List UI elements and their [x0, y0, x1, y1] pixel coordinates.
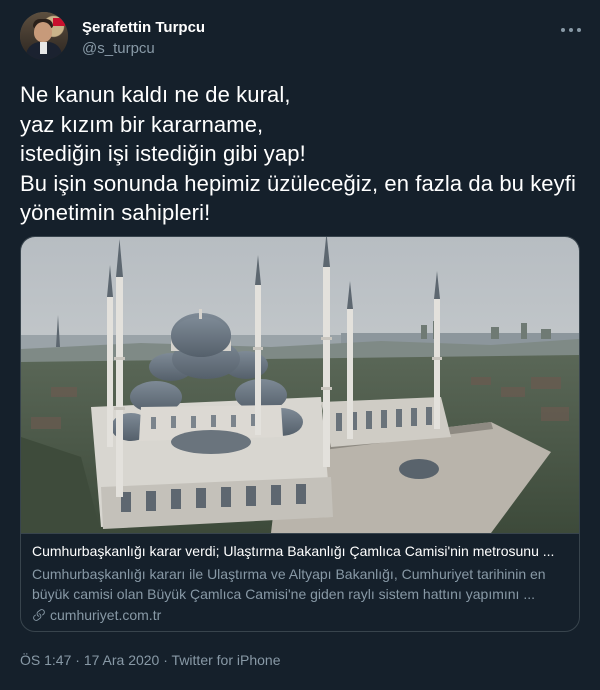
meta-separator: · — [75, 652, 80, 668]
avatar[interactable] — [20, 12, 68, 60]
meta-separator: · — [163, 652, 168, 668]
link-icon — [33, 609, 45, 621]
tweet-source[interactable]: Twitter for iPhone — [172, 652, 281, 668]
tweet-date[interactable]: 17 Ara 2020 — [84, 652, 160, 668]
more-icon[interactable] — [556, 20, 586, 40]
tweet: Şerafettin Turpcu @s_turpcu Ne kanun kal… — [0, 0, 600, 690]
author-handle[interactable]: @s_turpcu — [82, 40, 155, 57]
tweet-text: Ne kanun kaldı ne de kural, yaz kızım bi… — [20, 82, 576, 225]
card-domain-text: cumhuriyet.com.tr — [50, 607, 162, 623]
link-card[interactable]: Cumhurbaşkanlığı karar verdi; Ulaştırma … — [20, 236, 580, 632]
card-body: Cumhurbaşkanlığı karar verdi; Ulaştırma … — [21, 533, 579, 631]
card-description: Cumhurbaşkanlığı kararı ile Ulaştırma ve… — [32, 566, 546, 602]
tweet-time[interactable]: ÖS 1:47 — [20, 652, 71, 668]
author-name[interactable]: Şerafettin Turpcu — [82, 19, 205, 36]
tweet-meta: ÖS 1:47 · 17 Ara 2020 · Twitter for iPho… — [20, 652, 280, 668]
card-image — [21, 237, 579, 533]
card-title[interactable]: Cumhurbaşkanlığı karar verdi; Ulaştırma … — [32, 543, 570, 559]
card-domain[interactable]: cumhuriyet.com.tr — [32, 607, 161, 623]
